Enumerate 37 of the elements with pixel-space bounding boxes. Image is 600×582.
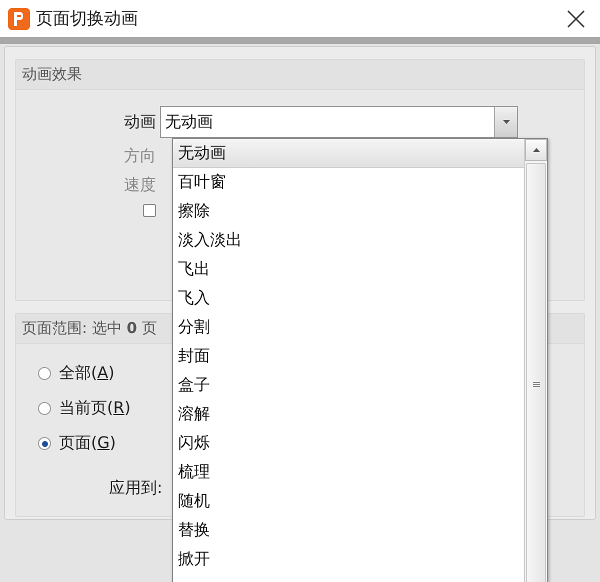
dropdown-item[interactable]: 飞入 xyxy=(173,284,524,313)
field-label: 速度 xyxy=(123,175,156,196)
dropdown-item[interactable]: 掀开 xyxy=(173,545,524,574)
dropdown-item[interactable]: 梳理 xyxy=(173,458,524,487)
dropdown-item[interactable]: 擦除 xyxy=(173,197,524,226)
radio-label[interactable]: 页面(G) xyxy=(59,433,116,454)
dropdown-item[interactable]: 淡入淡出 xyxy=(173,226,524,255)
radio-button[interactable] xyxy=(38,367,51,380)
dropdown-item[interactable]: 分割 xyxy=(173,313,524,342)
apply-to-label: 应用到: xyxy=(109,478,162,499)
grip-icon xyxy=(532,382,540,386)
caret-icon xyxy=(502,120,510,124)
radio-label[interactable]: 全部(A) xyxy=(59,363,114,384)
dropdown-item[interactable]: 溶解 xyxy=(173,400,524,429)
animation-dropdown[interactable]: 无动画 xyxy=(160,106,518,138)
caret-icon xyxy=(532,148,540,152)
app-logo-icon xyxy=(8,8,30,30)
dropdown-item[interactable]: 飞出 xyxy=(173,255,524,284)
dropdown-item[interactable]: 替换 xyxy=(173,516,524,545)
section-title: 动画效果 xyxy=(22,65,82,84)
dropdown-item[interactable]: 随机 xyxy=(173,487,524,516)
window-title: 页面切换动画 xyxy=(36,8,139,30)
radio-label[interactable]: 当前页(R) xyxy=(59,398,131,419)
field-label: 方向 xyxy=(123,146,156,167)
dropdown-item[interactable]: 闪烁 xyxy=(173,429,524,458)
dropdown-item[interactable]: 无动画 xyxy=(173,139,524,168)
radio-button[interactable] xyxy=(38,437,51,450)
dropdown-item[interactable]: 封面 xyxy=(173,342,524,371)
field-label: 动画 xyxy=(123,112,156,132)
section-title: 页面范围: 选中 0 页 xyxy=(22,319,157,338)
scroll-up-button[interactable] xyxy=(525,139,547,161)
dropdown-item[interactable]: 盒子 xyxy=(173,371,524,400)
scrollbar-thumb[interactable] xyxy=(526,163,546,582)
close-icon[interactable] xyxy=(566,8,586,28)
dropdown-item[interactable]: 百叶窗 xyxy=(173,168,524,197)
checkbox[interactable] xyxy=(143,204,156,217)
radio-button[interactable] xyxy=(38,402,51,415)
